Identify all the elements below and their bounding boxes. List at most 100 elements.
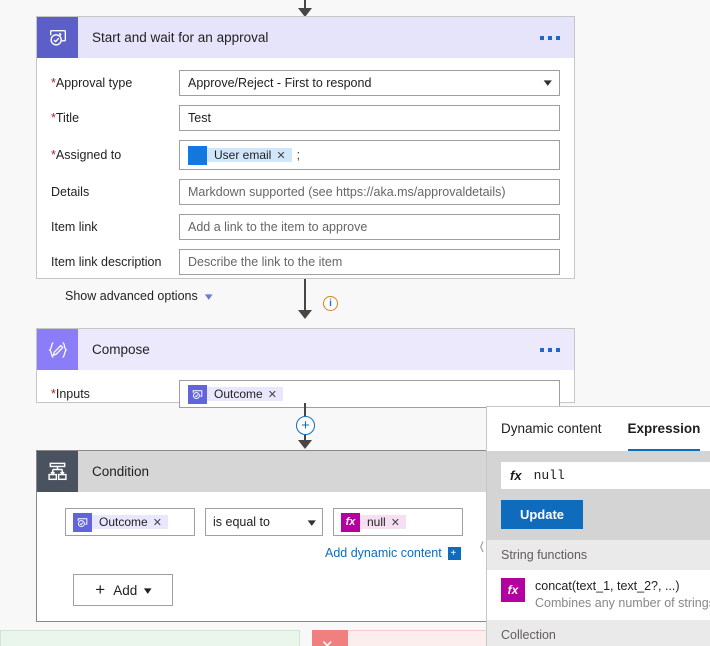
flow-designer-canvas: Start and wait for an approval *Approval… [0,0,710,646]
add-condition-label: Add [113,582,138,598]
item-link-description-input[interactable]: Describe the link to the item [179,249,560,275]
field-row-title: *Title Test [51,105,560,131]
approval-type-label: *Approval type [51,76,133,90]
item-link-description-label: Item link description [51,255,162,269]
compose-icon [37,329,78,370]
function-item-concat[interactable]: fx concat(text_1, text_2?, ...) Combines… [487,570,710,620]
token-outcome-body: Outcome ✕ [207,387,283,401]
branch-no-icon: ✕ [312,630,348,646]
add-dynamic-content-icon: + [447,546,461,560]
field-row-item-link: Item link Add a link to the item to appr… [51,214,560,240]
function-icon: fx [341,512,360,532]
condition-operator-dropdown[interactable]: is equal to ▾ [205,508,323,536]
token-outcome-label: Outcome [214,387,263,401]
branch-if-no[interactable]: ✕ [312,630,494,646]
chevron-down-icon: ▾ [544,76,553,89]
token-user-email-label: User email [214,148,272,162]
details-label: Details [51,185,90,199]
token-outcome[interactable]: Outcome ✕ [73,512,168,532]
item-link-label: Item link [51,220,98,234]
approval-card-header[interactable]: Start and wait for an approval [37,17,574,58]
function-group-string: String functions [487,540,710,570]
update-button[interactable]: Update [501,500,583,529]
approval-icon [73,512,92,532]
tab-expression[interactable]: Expression [627,421,701,451]
tab-dynamic-content[interactable]: Dynamic content [501,421,602,451]
token-remove-icon[interactable]: ✕ [391,516,400,529]
compose-card[interactable]: Compose *Inputs Outcome ✕ [36,328,575,408]
expression-panel-tabs: Dynamic content Expression [487,407,710,451]
title-value: Test [188,111,211,125]
approval-type-dropdown[interactable]: Approve/Reject - First to respond ▾ [179,70,560,96]
expression-input[interactable]: fx null [501,462,710,489]
token-outcome-label: Outcome [99,515,148,529]
insert-step-button[interactable]: + [296,416,315,435]
assigned-to-separator: ; [296,148,301,162]
token-null-expression[interactable]: fx null ✕ [341,512,406,532]
approval-type-value: Approve/Reject - First to respond [188,76,372,90]
approval-card-title: Start and wait for an approval [92,30,269,45]
expression-value: null [533,468,565,483]
add-dynamic-content-link[interactable]: Add dynamic content + [325,546,461,560]
condition-left-operand[interactable]: Outcome ✕ [65,508,195,536]
approval-card[interactable]: Start and wait for an approval *Approval… [36,16,575,303]
add-dynamic-content-label: Add dynamic content [325,546,442,560]
token-null-label: null [367,515,386,529]
branch-if-yes[interactable] [0,630,300,646]
condition-icon [37,451,78,492]
condition-card-header[interactable]: Condition [37,451,493,492]
title-label: *Title [51,111,80,125]
token-remove-icon[interactable]: ✕ [276,149,285,162]
assigned-to-label: *Assigned to [51,148,122,162]
approval-card-menu-icon[interactable] [540,35,574,40]
panel-collapse-chevron-left-icon[interactable]: ‹ [480,530,485,562]
compose-card-title: Compose [92,342,150,357]
item-link-input[interactable]: Add a link to the item to approve [179,214,560,240]
field-row-item-link-description: Item link description Describe the link … [51,249,560,275]
function-icon: fx [510,468,522,483]
condition-expression-row: Outcome ✕ is equal to ▾ fx null ✕ [65,508,493,536]
info-icon[interactable]: i [323,296,338,311]
show-advanced-options-label: Show advanced options [65,289,198,303]
chevron-down-icon: ▾ [144,584,152,597]
field-row-approval-type: *Approval type Approve/Reject - First to… [51,70,560,96]
connector-line-compose-condition-upper [304,403,306,416]
function-item-description: Combines any number of strings tog [535,595,710,610]
token-user-email-body: User email ✕ [207,148,292,162]
add-condition-button[interactable]: + Add ▾ [73,574,173,606]
person-icon: 👤 [188,145,207,165]
chevron-down-icon: ▾ [308,516,317,529]
connector-arrow-compose [298,310,312,319]
title-input[interactable]: Test [179,105,560,131]
field-row-details: Details Markdown supported (see https://… [51,179,560,205]
show-advanced-options-button[interactable]: Show advanced options ▾ [65,289,560,303]
inputs-input[interactable]: Outcome ✕ [179,380,560,408]
approval-icon [188,384,207,404]
expression-panel[interactable]: Dynamic content Expression fx null Updat… [486,406,710,646]
details-input[interactable]: Markdown supported (see https://aka.ms/a… [179,179,560,205]
plus-icon: + [95,580,106,599]
condition-card[interactable]: Condition Outcome ✕ is equal to ▾ fx nul… [36,450,494,622]
condition-card-title: Condition [92,464,150,479]
details-placeholder: Markdown supported (see https://aka.ms/a… [188,185,506,199]
token-outcome[interactable]: Outcome ✕ [188,384,283,404]
approval-icon [37,17,78,58]
expression-editor-area: fx null Update [487,451,710,540]
connector-line-approval-compose [304,279,306,313]
condition-operator-value: is equal to [213,515,270,529]
chevron-down-icon: ▾ [204,290,213,303]
compose-card-menu-icon[interactable] [540,347,574,352]
connector-arrow-condition [298,440,312,449]
token-outcome-body: Outcome ✕ [92,515,168,529]
inputs-label: *Inputs [51,387,90,401]
condition-right-operand[interactable]: fx null ✕ [333,508,463,536]
item-link-description-placeholder: Describe the link to the item [188,255,343,269]
token-remove-icon[interactable]: ✕ [268,388,277,401]
function-item-name: concat(text_1, text_2?, ...) [535,579,680,593]
function-group-collection: Collection [487,619,710,646]
token-user-email[interactable]: 👤 User email ✕ [188,145,292,165]
assigned-to-input[interactable]: 👤 User email ✕ ; [179,140,560,170]
token-remove-icon[interactable]: ✕ [153,516,162,529]
compose-card-header[interactable]: Compose [37,329,574,370]
field-row-assigned-to: *Assigned to 👤 User email ✕ ; [51,140,560,170]
